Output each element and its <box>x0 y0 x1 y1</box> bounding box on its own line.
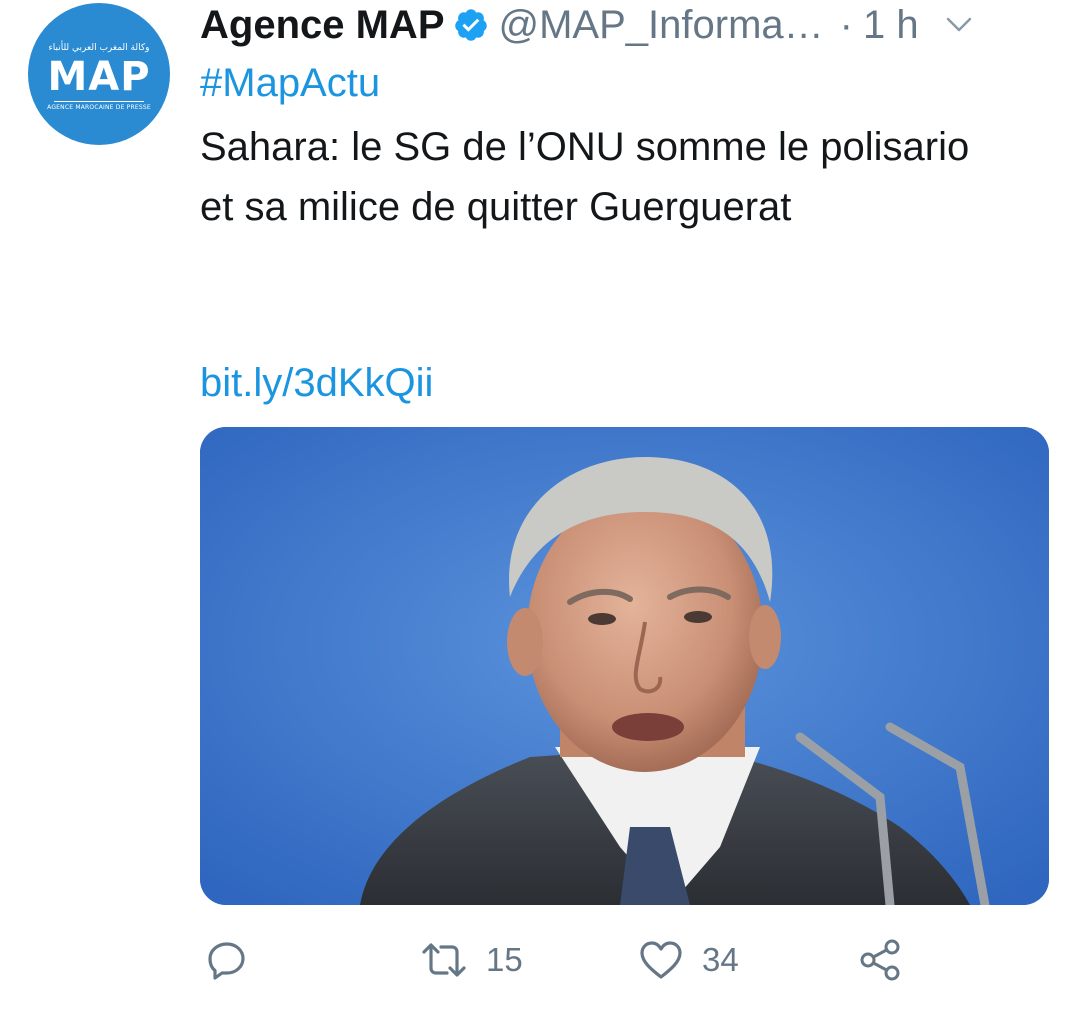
author-avatar[interactable]: وكالة المغرب العربي للأنباء MAP AGENCE M… <box>28 3 170 145</box>
tweet-header: Agence MAP @MAP_Informa… · 1 h <box>200 0 1060 50</box>
share-icon <box>858 938 904 982</box>
avatar-subtitle: AGENCE MAROCAINE DE PRESSE <box>47 104 151 111</box>
reply-button[interactable] <box>205 928 249 992</box>
reply-bubble-icon <box>205 938 249 982</box>
tweet-actions: 15 34 <box>0 928 1079 992</box>
author-handle[interactable]: @MAP_Informa… <box>499 3 824 48</box>
tweet-text: Sahara: le SG de l’ONU somme le polisari… <box>200 125 970 229</box>
avatar-logo-text: MAP <box>47 54 151 100</box>
like-button[interactable]: 34 <box>638 928 739 992</box>
retweet-icon <box>420 938 468 982</box>
tweet-timestamp[interactable]: 1 h <box>863 3 919 48</box>
verified-badge-icon <box>453 7 489 43</box>
header-separator: · <box>839 2 853 47</box>
share-button[interactable] <box>858 928 904 992</box>
retweet-count: 15 <box>486 941 523 978</box>
tweet-photo[interactable] <box>200 427 1049 905</box>
heart-icon <box>638 938 684 982</box>
avatar-arabic-text: وكالة المغرب العربي للأنباء <box>48 43 150 53</box>
like-count: 34 <box>702 941 739 978</box>
retweet-button[interactable]: 15 <box>420 928 523 992</box>
chevron-down-icon[interactable] <box>943 9 975 41</box>
author-name[interactable]: Agence MAP <box>200 3 445 48</box>
photo-image <box>200 427 1049 905</box>
tweet-link[interactable]: bit.ly/3dKkQii <box>200 355 433 411</box>
tweet-hashtag[interactable]: #MapActu <box>200 58 380 108</box>
avatar-logo-divider <box>54 101 144 102</box>
